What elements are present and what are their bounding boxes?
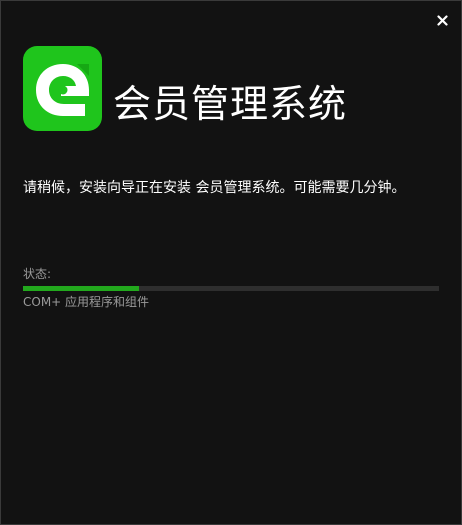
progress-bar [23,286,439,291]
status-detail: COM+ 应用程序和组件 [23,295,150,309]
progress-fill [23,286,140,291]
install-message: 请稍候，安装向导正在安装 会员管理系统。可能需要几分钟。 [23,180,406,196]
app-title: 会员管理系统 [113,82,348,126]
installer-window: 会员管理系统 请稍候，安装向导正在安装 会员管理系统。可能需要几分钟。 状态: … [0,0,462,525]
app-logo-icon [23,46,102,131]
close-button[interactable] [433,11,451,29]
status-label: 状态: [23,267,52,281]
close-icon [436,14,448,26]
